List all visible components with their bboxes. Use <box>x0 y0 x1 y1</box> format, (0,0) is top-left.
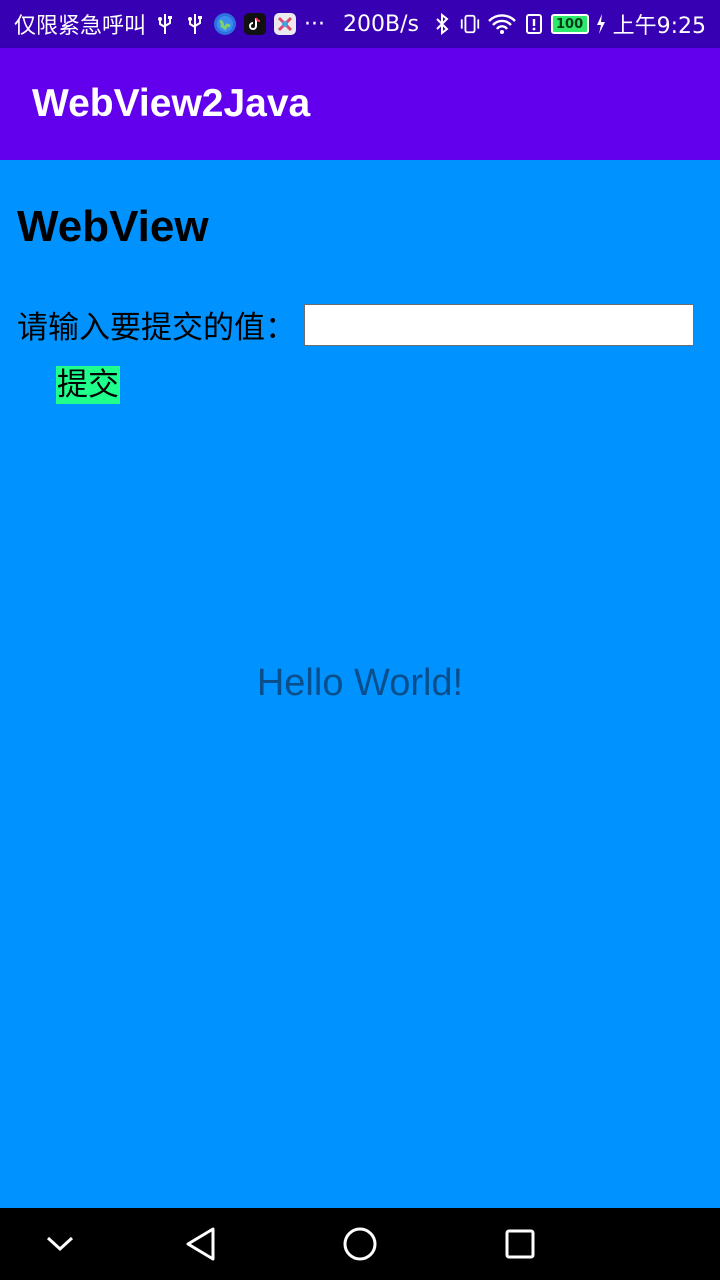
hello-text: Hello World! <box>256 662 464 704</box>
battery-icon: 100 <box>550 14 589 34</box>
alert-icon <box>523 13 545 35</box>
navigation-bar <box>0 1208 720 1280</box>
status-left: 仅限紧急呼叫 ··· 200B/s <box>14 8 419 40</box>
collapse-icon[interactable] <box>38 1222 82 1266</box>
recents-icon[interactable] <box>498 1222 542 1266</box>
clock: 上午9:25 <box>612 14 706 39</box>
battery-level: 100 <box>556 16 584 32</box>
usb-icon <box>154 13 176 35</box>
charging-icon <box>595 13 607 35</box>
app-title: WebView2Java <box>32 82 311 125</box>
usb-icon <box>184 13 206 35</box>
submit-button[interactable]: 提交 <box>56 366 120 404</box>
browser-icon <box>214 13 237 35</box>
value-input-label: 请输入要提交的值： <box>17 310 296 346</box>
status-right: 100 上午9:25 <box>431 8 706 40</box>
wifi-icon <box>487 13 517 35</box>
bluetooth-icon <box>431 13 453 35</box>
carrier-text: 仅限紧急呼叫 <box>14 14 147 39</box>
app-icon <box>274 13 297 35</box>
value-input[interactable] <box>304 304 694 346</box>
home-icon[interactable] <box>338 1222 382 1266</box>
vibrate-icon <box>459 13 481 35</box>
back-icon[interactable] <box>178 1222 222 1266</box>
more-indicator: ··· <box>304 11 325 37</box>
main-content: WebView 请输入要提交的值： 提交 Hello World! <box>0 160 720 1208</box>
app-bar: WebView2Java <box>0 48 720 160</box>
tiktok-icon <box>244 13 267 35</box>
status-bar: 仅限紧急呼叫 ··· 200B/s 100 上午9:25 <box>0 0 720 48</box>
net-speed: 200B/s <box>343 11 419 37</box>
webview-heading: WebView <box>17 202 209 251</box>
